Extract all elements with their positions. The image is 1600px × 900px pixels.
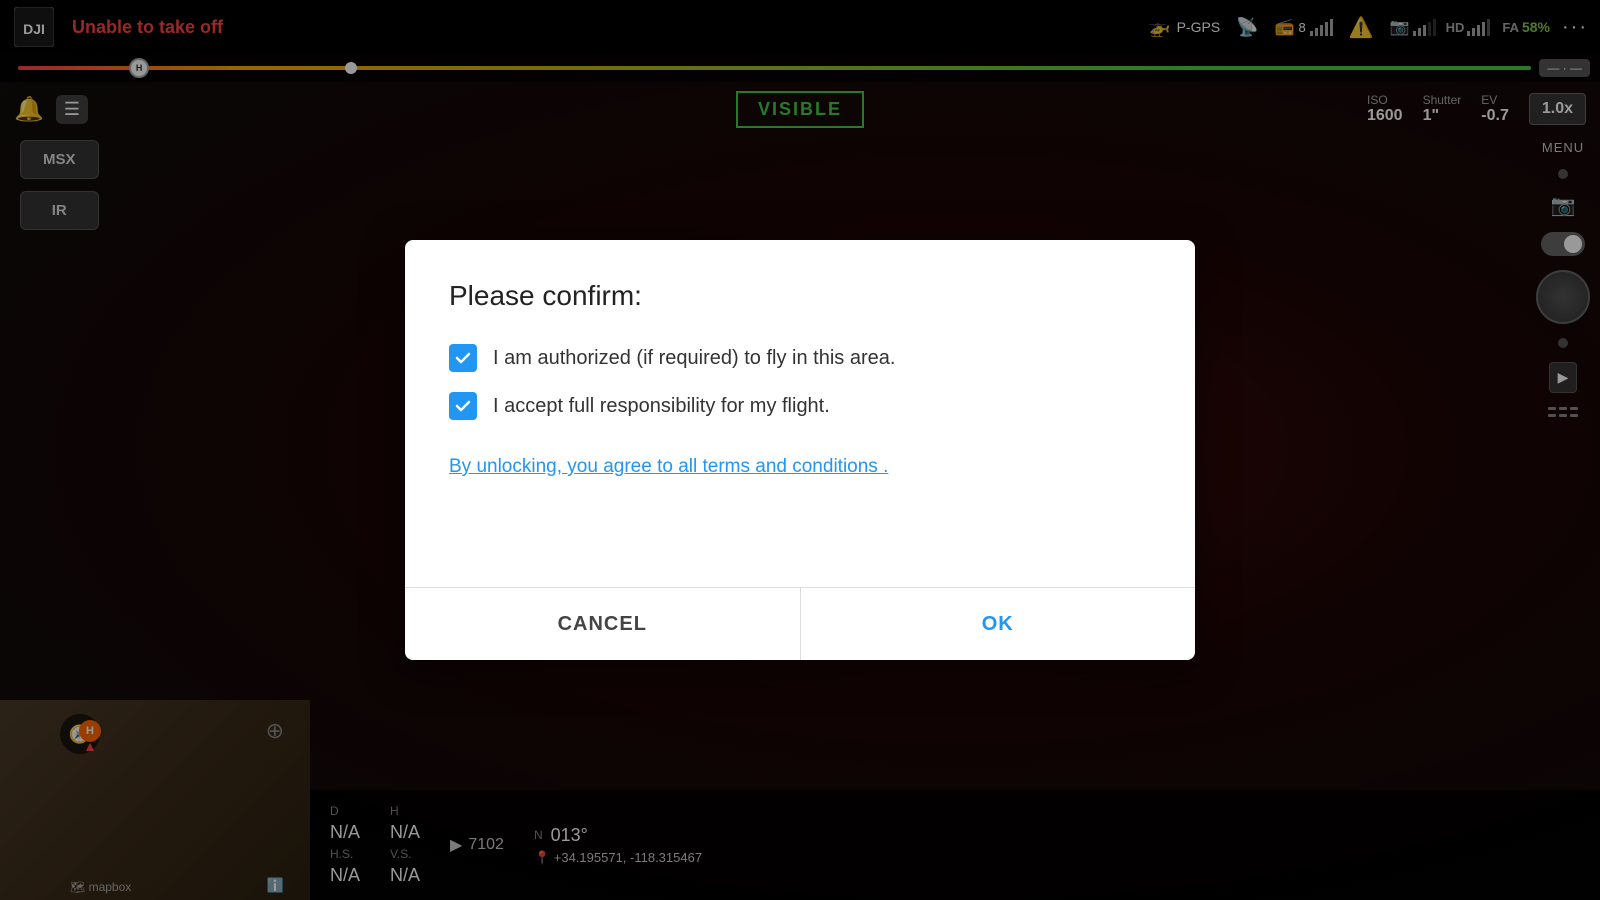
checkmark-1-icon xyxy=(454,349,472,367)
terms-link[interactable]: By unlocking, you agree to all terms and… xyxy=(449,456,888,478)
checkbox-row-1[interactable]: I am authorized (if required) to fly in … xyxy=(449,344,1151,372)
checkbox-2[interactable] xyxy=(449,392,477,420)
checkbox-2-label: I accept full responsibility for my flig… xyxy=(493,395,830,418)
checkbox-1-label: I am authorized (if required) to fly in … xyxy=(493,347,895,370)
checkbox-1[interactable] xyxy=(449,344,477,372)
checkbox-row-2[interactable]: I accept full responsibility for my flig… xyxy=(449,392,1151,420)
confirm-modal: Please confirm: I am authorized (if requ… xyxy=(405,240,1195,660)
modal-footer: CANCEL OK xyxy=(405,588,1195,660)
modal-title: Please confirm: xyxy=(449,280,1151,312)
ok-button[interactable]: OK xyxy=(801,588,1196,660)
modal-body: Please confirm: I am authorized (if requ… xyxy=(405,240,1195,587)
modal-overlay: Please confirm: I am authorized (if requ… xyxy=(0,0,1600,900)
cancel-button[interactable]: CANCEL xyxy=(405,588,801,660)
checkmark-2-icon xyxy=(454,397,472,415)
